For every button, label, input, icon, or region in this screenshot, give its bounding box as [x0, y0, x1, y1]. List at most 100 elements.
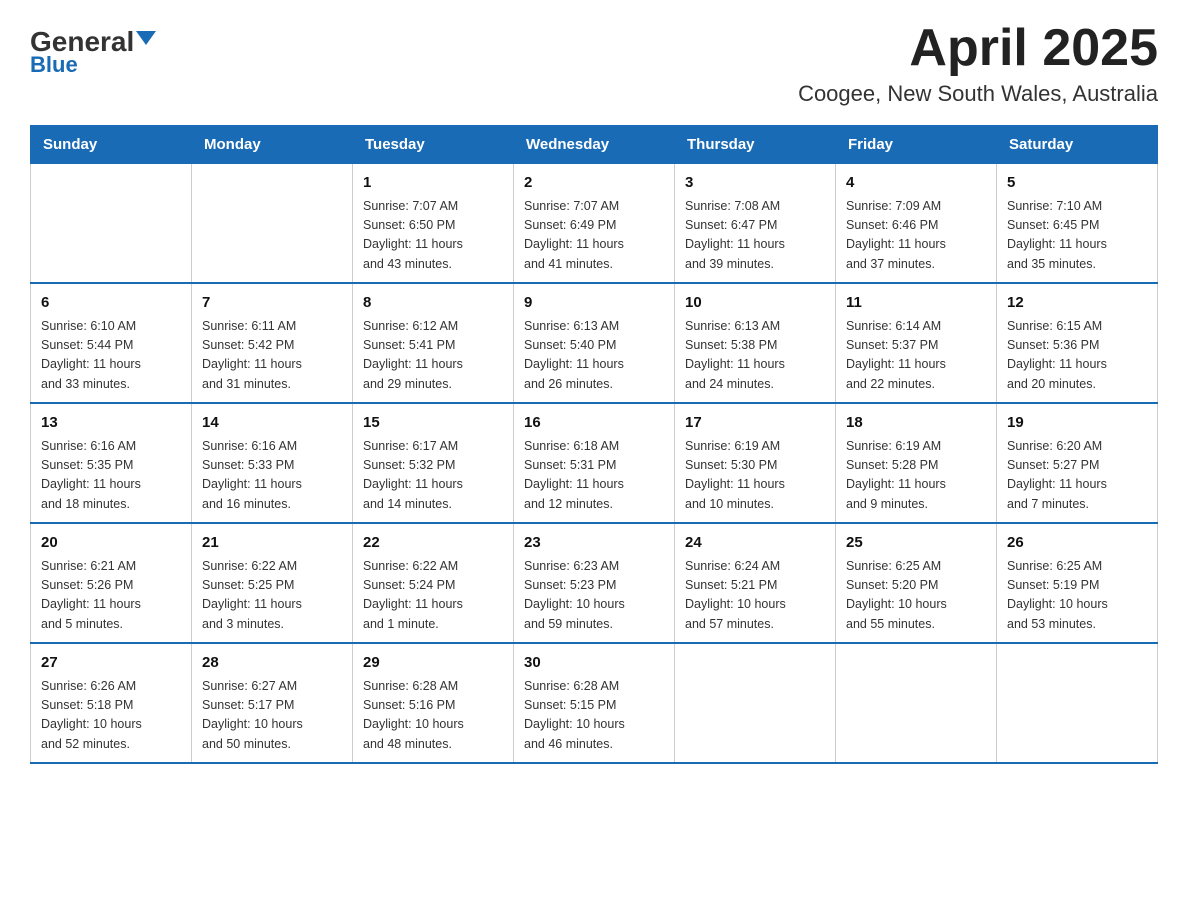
- table-row: 9Sunrise: 6:13 AMSunset: 5:40 PMDaylight…: [514, 283, 675, 403]
- table-row: 4Sunrise: 7:09 AMSunset: 6:46 PMDaylight…: [836, 164, 997, 284]
- day-number: 11: [846, 292, 986, 315]
- table-row: [192, 164, 353, 284]
- day-number: 22: [363, 532, 503, 555]
- day-number: 2: [524, 172, 664, 195]
- page-subtitle: Coogee, New South Wales, Australia: [798, 81, 1158, 107]
- day-number: 26: [1007, 532, 1147, 555]
- day-number: 24: [685, 532, 825, 555]
- table-row: 23Sunrise: 6:23 AMSunset: 5:23 PMDayligh…: [514, 523, 675, 643]
- day-number: 3: [685, 172, 825, 195]
- day-number: 20: [41, 532, 181, 555]
- table-row: 21Sunrise: 6:22 AMSunset: 5:25 PMDayligh…: [192, 523, 353, 643]
- col-wednesday: Wednesday: [514, 126, 675, 164]
- day-info: Sunrise: 6:28 AMSunset: 5:16 PMDaylight:…: [363, 677, 503, 755]
- day-number: 16: [524, 412, 664, 435]
- table-row: 14Sunrise: 6:16 AMSunset: 5:33 PMDayligh…: [192, 403, 353, 523]
- table-row: 17Sunrise: 6:19 AMSunset: 5:30 PMDayligh…: [675, 403, 836, 523]
- logo: General Blue: [30, 20, 156, 78]
- col-saturday: Saturday: [997, 126, 1158, 164]
- col-friday: Friday: [836, 126, 997, 164]
- col-sunday: Sunday: [31, 126, 192, 164]
- calendar-week-row: 27Sunrise: 6:26 AMSunset: 5:18 PMDayligh…: [31, 643, 1158, 763]
- day-number: 15: [363, 412, 503, 435]
- table-row: 1Sunrise: 7:07 AMSunset: 6:50 PMDaylight…: [353, 164, 514, 284]
- table-row: 3Sunrise: 7:08 AMSunset: 6:47 PMDaylight…: [675, 164, 836, 284]
- table-row: 11Sunrise: 6:14 AMSunset: 5:37 PMDayligh…: [836, 283, 997, 403]
- day-info: Sunrise: 6:19 AMSunset: 5:28 PMDaylight:…: [846, 437, 986, 515]
- day-info: Sunrise: 7:07 AMSunset: 6:49 PMDaylight:…: [524, 197, 664, 275]
- day-number: 8: [363, 292, 503, 315]
- table-row: 13Sunrise: 6:16 AMSunset: 5:35 PMDayligh…: [31, 403, 192, 523]
- day-info: Sunrise: 7:08 AMSunset: 6:47 PMDaylight:…: [685, 197, 825, 275]
- calendar-week-row: 1Sunrise: 7:07 AMSunset: 6:50 PMDaylight…: [31, 164, 1158, 284]
- table-row: 5Sunrise: 7:10 AMSunset: 6:45 PMDaylight…: [997, 164, 1158, 284]
- day-info: Sunrise: 6:17 AMSunset: 5:32 PMDaylight:…: [363, 437, 503, 515]
- day-info: Sunrise: 7:10 AMSunset: 6:45 PMDaylight:…: [1007, 197, 1147, 275]
- day-number: 21: [202, 532, 342, 555]
- day-info: Sunrise: 6:25 AMSunset: 5:19 PMDaylight:…: [1007, 557, 1147, 635]
- day-number: 4: [846, 172, 986, 195]
- day-info: Sunrise: 6:19 AMSunset: 5:30 PMDaylight:…: [685, 437, 825, 515]
- table-row: 7Sunrise: 6:11 AMSunset: 5:42 PMDaylight…: [192, 283, 353, 403]
- col-tuesday: Tuesday: [353, 126, 514, 164]
- day-number: 5: [1007, 172, 1147, 195]
- day-info: Sunrise: 6:10 AMSunset: 5:44 PMDaylight:…: [41, 317, 181, 395]
- page-header: General Blue April 2025 Coogee, New Sout…: [30, 20, 1158, 107]
- day-info: Sunrise: 6:18 AMSunset: 5:31 PMDaylight:…: [524, 437, 664, 515]
- day-number: 12: [1007, 292, 1147, 315]
- page-title: April 2025: [798, 20, 1158, 77]
- day-info: Sunrise: 6:20 AMSunset: 5:27 PMDaylight:…: [1007, 437, 1147, 515]
- table-row: 16Sunrise: 6:18 AMSunset: 5:31 PMDayligh…: [514, 403, 675, 523]
- table-row: [31, 164, 192, 284]
- day-number: 1: [363, 172, 503, 195]
- day-info: Sunrise: 6:11 AMSunset: 5:42 PMDaylight:…: [202, 317, 342, 395]
- calendar-week-row: 6Sunrise: 6:10 AMSunset: 5:44 PMDaylight…: [31, 283, 1158, 403]
- day-number: 9: [524, 292, 664, 315]
- day-number: 29: [363, 652, 503, 675]
- day-number: 10: [685, 292, 825, 315]
- table-row: 29Sunrise: 6:28 AMSunset: 5:16 PMDayligh…: [353, 643, 514, 763]
- table-row: 24Sunrise: 6:24 AMSunset: 5:21 PMDayligh…: [675, 523, 836, 643]
- day-info: Sunrise: 7:09 AMSunset: 6:46 PMDaylight:…: [846, 197, 986, 275]
- day-info: Sunrise: 6:14 AMSunset: 5:37 PMDaylight:…: [846, 317, 986, 395]
- day-number: 30: [524, 652, 664, 675]
- table-row: 18Sunrise: 6:19 AMSunset: 5:28 PMDayligh…: [836, 403, 997, 523]
- day-number: 25: [846, 532, 986, 555]
- day-info: Sunrise: 6:21 AMSunset: 5:26 PMDaylight:…: [41, 557, 181, 635]
- day-number: 7: [202, 292, 342, 315]
- day-info: Sunrise: 6:27 AMSunset: 5:17 PMDaylight:…: [202, 677, 342, 755]
- calendar-header-row: Sunday Monday Tuesday Wednesday Thursday…: [31, 126, 1158, 164]
- day-info: Sunrise: 6:28 AMSunset: 5:15 PMDaylight:…: [524, 677, 664, 755]
- day-info: Sunrise: 6:13 AMSunset: 5:38 PMDaylight:…: [685, 317, 825, 395]
- day-info: Sunrise: 6:13 AMSunset: 5:40 PMDaylight:…: [524, 317, 664, 395]
- table-row: 25Sunrise: 6:25 AMSunset: 5:20 PMDayligh…: [836, 523, 997, 643]
- table-row: 15Sunrise: 6:17 AMSunset: 5:32 PMDayligh…: [353, 403, 514, 523]
- day-info: Sunrise: 6:16 AMSunset: 5:33 PMDaylight:…: [202, 437, 342, 515]
- day-info: Sunrise: 6:23 AMSunset: 5:23 PMDaylight:…: [524, 557, 664, 635]
- table-row: 6Sunrise: 6:10 AMSunset: 5:44 PMDaylight…: [31, 283, 192, 403]
- col-thursday: Thursday: [675, 126, 836, 164]
- day-info: Sunrise: 6:26 AMSunset: 5:18 PMDaylight:…: [41, 677, 181, 755]
- title-area: April 2025 Coogee, New South Wales, Aust…: [798, 20, 1158, 107]
- table-row: 19Sunrise: 6:20 AMSunset: 5:27 PMDayligh…: [997, 403, 1158, 523]
- table-row: 26Sunrise: 6:25 AMSunset: 5:19 PMDayligh…: [997, 523, 1158, 643]
- day-info: Sunrise: 6:16 AMSunset: 5:35 PMDaylight:…: [41, 437, 181, 515]
- day-info: Sunrise: 6:24 AMSunset: 5:21 PMDaylight:…: [685, 557, 825, 635]
- day-info: Sunrise: 6:15 AMSunset: 5:36 PMDaylight:…: [1007, 317, 1147, 395]
- table-row: 8Sunrise: 6:12 AMSunset: 5:41 PMDaylight…: [353, 283, 514, 403]
- day-info: Sunrise: 6:22 AMSunset: 5:25 PMDaylight:…: [202, 557, 342, 635]
- day-number: 28: [202, 652, 342, 675]
- logo-text-blue: Blue: [30, 52, 78, 78]
- day-number: 14: [202, 412, 342, 435]
- day-number: 13: [41, 412, 181, 435]
- day-number: 19: [1007, 412, 1147, 435]
- table-row: 27Sunrise: 6:26 AMSunset: 5:18 PMDayligh…: [31, 643, 192, 763]
- day-number: 27: [41, 652, 181, 675]
- day-number: 23: [524, 532, 664, 555]
- day-info: Sunrise: 6:25 AMSunset: 5:20 PMDaylight:…: [846, 557, 986, 635]
- logo-triangle-icon: [136, 31, 156, 45]
- col-monday: Monday: [192, 126, 353, 164]
- day-info: Sunrise: 6:12 AMSunset: 5:41 PMDaylight:…: [363, 317, 503, 395]
- calendar-table: Sunday Monday Tuesday Wednesday Thursday…: [30, 125, 1158, 764]
- table-row: [675, 643, 836, 763]
